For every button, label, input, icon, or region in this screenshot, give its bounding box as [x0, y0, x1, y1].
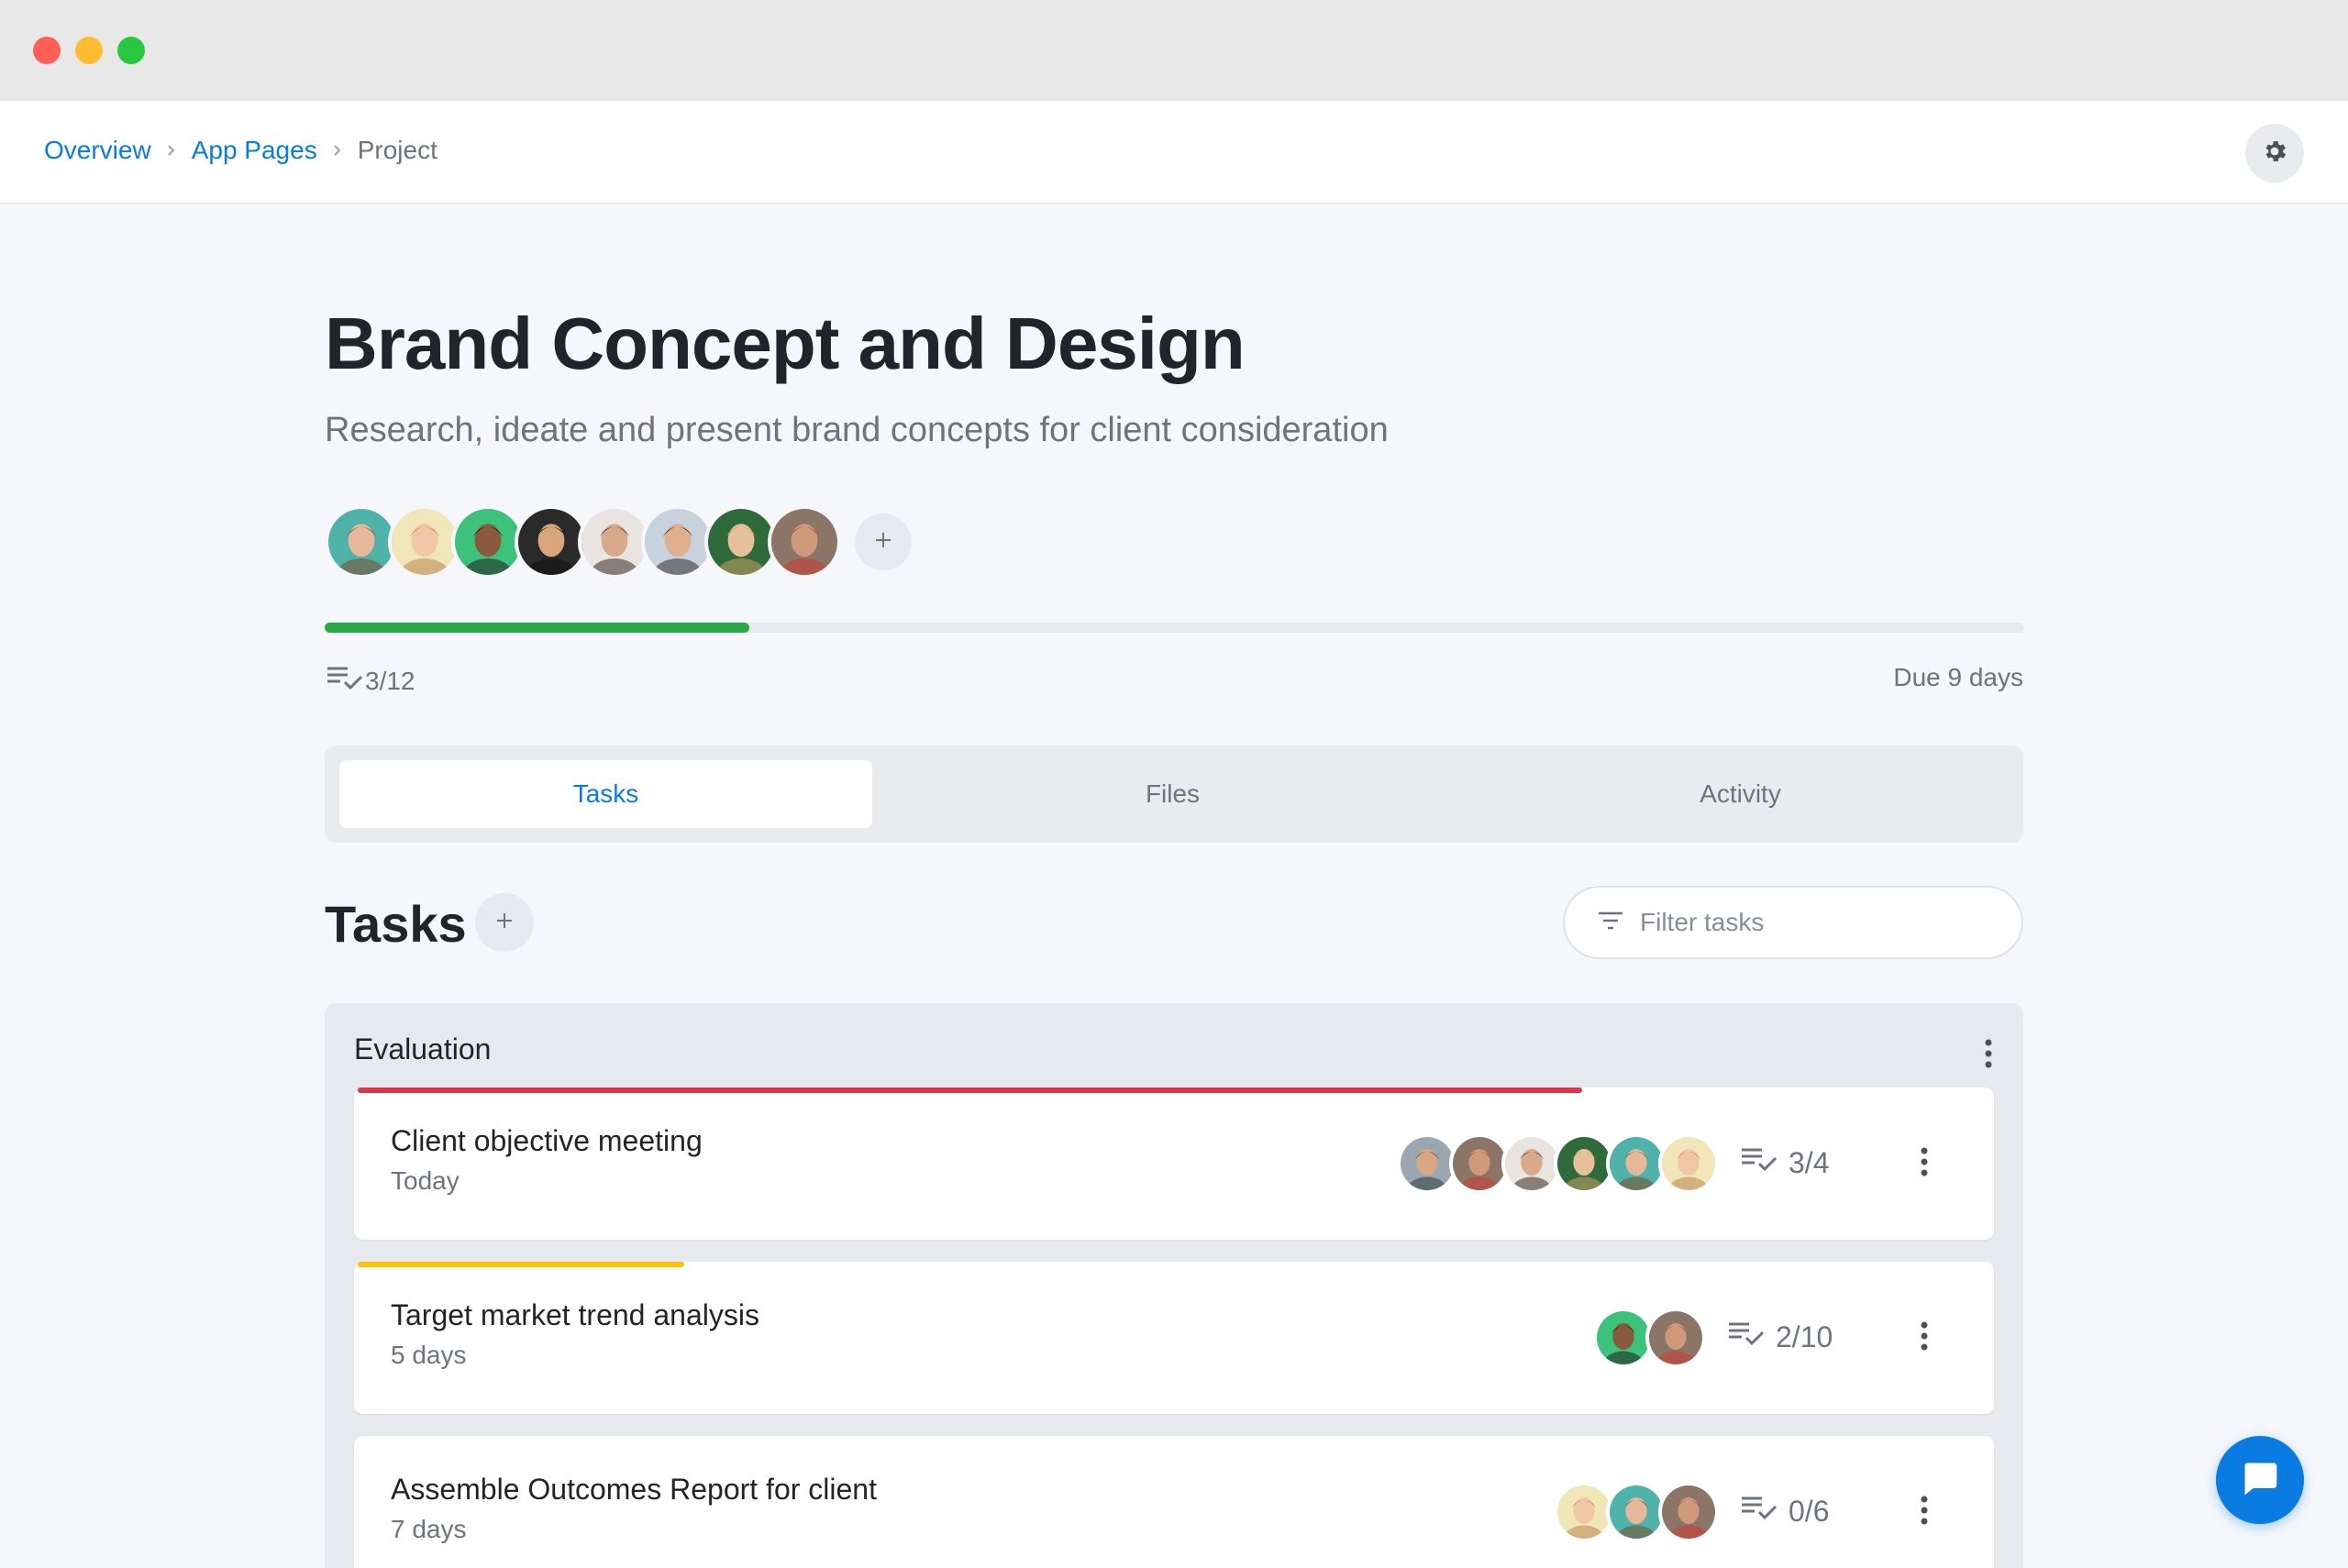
checklist-icon [1726, 1319, 1767, 1355]
team-member-avatar[interactable] [704, 505, 778, 579]
tab-tasks[interactable]: Tasks [339, 760, 872, 828]
task-count: 3/12 [325, 663, 415, 699]
progress-meta: 3/12 Due 9 days [325, 663, 2023, 700]
project-progress-bar [325, 623, 2023, 633]
settings-button[interactable] [2245, 124, 2304, 182]
task-progress-bar [358, 1088, 1582, 1093]
checklist-icon [1739, 1493, 1779, 1529]
more-vertical-icon [1919, 1147, 1930, 1181]
task-count-text: 0/6 [1789, 1494, 1830, 1528]
checklist-icon [325, 663, 365, 699]
task-card[interactable]: Client objective meeting Today 3/4 [354, 1088, 1994, 1240]
breadcrumb-overview[interactable]: Overview [44, 136, 151, 165]
plus-icon [494, 911, 515, 935]
task-more-button[interactable] [1919, 1320, 1930, 1356]
task-due: 7 days [391, 1515, 467, 1543]
task-group-title: Evaluation [354, 1032, 492, 1066]
chat-button[interactable] [2216, 1436, 2304, 1524]
team-member-avatar[interactable] [451, 505, 525, 579]
team-member-avatar[interactable] [578, 505, 651, 579]
more-vertical-icon [1983, 1039, 1994, 1073]
filter-tasks-input[interactable] [1640, 908, 1988, 937]
task-name[interactable]: Assemble Outcomes Report for client [391, 1473, 877, 1507]
task-card[interactable]: Target market trend analysis 5 days 2/10 [354, 1262, 1994, 1414]
page-title: Brand Concept and Design [325, 303, 1246, 384]
page-subtitle: Research, ideate and present brand conce… [325, 411, 1389, 449]
task-checklist-count: 2/10 [1717, 1319, 1833, 1355]
task-group-evaluation: Evaluation Client objective meeting Toda… [325, 1003, 2023, 1568]
assignee-avatar[interactable] [1658, 1133, 1719, 1194]
team-member-avatar[interactable] [641, 505, 714, 579]
add-member-button[interactable] [855, 513, 912, 570]
plus-icon [873, 530, 893, 555]
task-count-text: 2/10 [1776, 1320, 1833, 1353]
task-assignees [1554, 1482, 1719, 1542]
chevron-right-icon [166, 144, 177, 157]
top-navbar: Overview App Pages Project [0, 101, 2348, 204]
project-content: Brand Concept and Design Research, ideat… [325, 204, 2023, 1568]
window-titlebar [0, 0, 2348, 101]
task-name[interactable]: Target market trend analysis [391, 1298, 759, 1332]
group-more-button[interactable] [1983, 1038, 1994, 1074]
task-assignees [1593, 1308, 1706, 1368]
team-member-avatar[interactable] [388, 505, 461, 579]
tab-activity[interactable]: Activity [1474, 760, 2007, 828]
task-more-button[interactable] [1919, 1495, 1930, 1530]
breadcrumb-app-pages[interactable]: App Pages [192, 136, 317, 165]
team-member-avatar[interactable] [325, 505, 398, 579]
breadcrumb: Overview App Pages Project [44, 136, 437, 165]
task-due: Today [391, 1166, 460, 1195]
checklist-icon [1739, 1144, 1779, 1181]
add-task-button[interactable] [475, 893, 534, 952]
minimize-window-button[interactable] [75, 37, 103, 64]
tasks-heading: Tasks [325, 895, 467, 953]
maximize-window-button[interactable] [117, 37, 145, 64]
more-vertical-icon [1919, 1321, 1930, 1355]
gear-icon [2261, 138, 2288, 170]
chat-icon [2240, 1458, 2280, 1503]
task-card[interactable]: Assemble Outcomes Report for client 7 da… [354, 1436, 1994, 1568]
tab-files[interactable]: Files [906, 760, 1439, 828]
task-assignees [1397, 1133, 1719, 1194]
close-window-button[interactable] [33, 37, 61, 64]
assignee-avatar[interactable] [1645, 1308, 1706, 1368]
breadcrumb-project: Project [357, 136, 437, 164]
assignee-avatar[interactable] [1658, 1482, 1719, 1542]
team-members [325, 505, 912, 579]
filter-tasks-field [1563, 886, 2023, 959]
task-count-text: 3/4 [1789, 1145, 1830, 1179]
team-member-avatar[interactable] [768, 505, 841, 579]
team-member-avatar[interactable] [515, 505, 588, 579]
filter-icon [1596, 910, 1625, 936]
project-progress-fill [325, 623, 749, 633]
task-progress-bar [358, 1262, 684, 1267]
chevron-right-icon [332, 144, 343, 157]
task-checklist-count: 0/6 [1730, 1493, 1829, 1529]
task-name[interactable]: Client objective meeting [391, 1124, 703, 1158]
task-due: 5 days [391, 1341, 467, 1369]
task-more-button[interactable] [1919, 1146, 1930, 1182]
task-count-text: 3/12 [365, 666, 415, 695]
due-date: Due 9 days [1893, 663, 2023, 691]
more-vertical-icon [1919, 1496, 1930, 1529]
project-tabs: Tasks Files Activity [325, 745, 2023, 843]
task-checklist-count: 3/4 [1730, 1144, 1829, 1181]
